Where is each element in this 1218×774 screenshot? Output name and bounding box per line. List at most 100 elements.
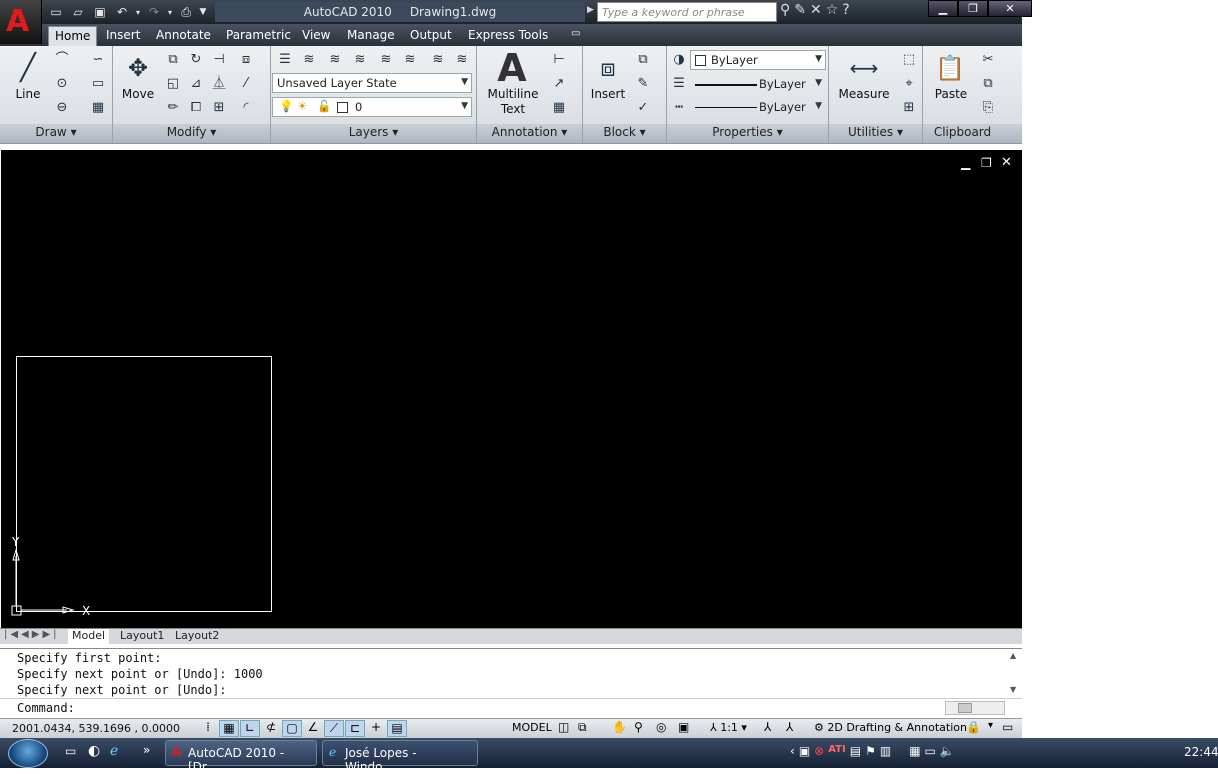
taskbar-autocad[interactable]: A AutoCAD 2010 - [Dr... (165, 740, 317, 774)
status-menu-icon[interactable]: ▾ (988, 720, 993, 731)
show-desktop-icon[interactable]: ▭ (65, 744, 76, 758)
circle-icon[interactable]: ⊙ (52, 74, 72, 94)
infer-icon[interactable]: ⁞ (198, 720, 218, 737)
layer-properties-icon[interactable]: ☰ (275, 50, 295, 70)
tray-device-icon[interactable]: ▤ (850, 744, 861, 758)
leader-icon[interactable]: ↗ (549, 74, 569, 94)
panel-layers[interactable]: Layers ▾ (271, 125, 476, 139)
ortho-icon[interactable]: ⊄ (261, 720, 281, 737)
line-icon[interactable]: ╱ (12, 52, 44, 84)
join-icon[interactable]: ⧠ (186, 98, 206, 118)
multiline-text-label-1[interactable]: Multiline (484, 87, 542, 101)
snap-icon[interactable]: ▦ (219, 720, 239, 737)
panel-clipboard[interactable]: Clipboard (923, 125, 1002, 139)
measure-icon[interactable]: ⟷ (846, 52, 882, 84)
quick-view-layouts-icon[interactable]: ◫ (558, 720, 569, 734)
insert-icon[interactable]: ⧈ (592, 52, 624, 84)
tab-parametric[interactable]: Parametric (220, 26, 297, 46)
help-icon[interactable]: ? (842, 2, 849, 18)
qp-icon[interactable]: ▤ (387, 720, 407, 737)
layer-freeze-icon[interactable]: ≋ (325, 50, 345, 70)
redo-dropdown-icon[interactable]: ▾ (166, 3, 174, 21)
edit-block-icon[interactable]: ✎ (633, 74, 653, 94)
quicklaunch-icon[interactable]: ◐ (88, 743, 100, 759)
copy-icon[interactable]: ⧉ (163, 50, 183, 70)
tab-model[interactable]: Model (68, 629, 110, 644)
color-select[interactable]: ByLayer ▼ (690, 50, 826, 70)
cut-icon[interactable]: ✂ (978, 50, 998, 70)
id-point-icon[interactable]: ⌖ (899, 74, 919, 94)
undo-dropdown-icon[interactable]: ▾ (134, 3, 142, 21)
minimize-icon[interactable]: ▁ (928, 0, 958, 17)
scroll-thumb[interactable] (958, 703, 972, 713)
qat-customize-icon[interactable]: ▼ (198, 3, 208, 21)
dyn-icon[interactable]: + (366, 720, 386, 737)
hatch-icon[interactable]: ▦ (88, 98, 108, 118)
edit-attributes-icon[interactable]: ✓ (633, 98, 653, 118)
quicklaunch-more-icon[interactable]: » (143, 743, 150, 757)
tab-layout2[interactable]: Layout2 (171, 629, 223, 644)
multiline-text-label-2[interactable]: Text (484, 102, 542, 116)
coordinates-readout[interactable]: 2001.0434, 539.1696 , 0.0000 (12, 722, 180, 735)
measure-button-label[interactable]: Measure (836, 87, 892, 101)
panel-block[interactable]: Block ▾ (583, 125, 666, 139)
auto-scale-icon[interactable]: ⅄ (786, 720, 793, 734)
trim-icon[interactable]: ⊣ (209, 50, 229, 70)
command-input[interactable]: Command: (0, 698, 1022, 718)
tab-home[interactable]: Home (48, 26, 98, 46)
layer-lock-icon[interactable]: ≋ (376, 50, 396, 70)
layer-off-icon[interactable]: ≋ (350, 50, 370, 70)
tray-ati-icon[interactable]: ATI (828, 744, 846, 758)
ducs-icon[interactable]: ⊏ (345, 720, 365, 737)
dimension-icon[interactable]: ⊢ (549, 50, 569, 70)
mirror-icon[interactable]: ⏅ (209, 74, 229, 94)
create-block-icon[interactable]: ⧉ (633, 50, 653, 70)
wrench-icon[interactable]: ✎ (794, 2, 806, 18)
restore-icon[interactable]: ❐ (958, 0, 988, 17)
annotation-scale[interactable]: ⅄ 1:1 ▾ (710, 721, 747, 734)
calculator-icon[interactable]: ⊞ (899, 98, 919, 118)
explode-icon[interactable]: ⁄ (236, 74, 256, 94)
panel-utilities[interactable]: Utilities ▾ (829, 125, 922, 139)
plot-icon[interactable]: ⎙ (176, 3, 196, 21)
toolbar-lock-icon[interactable]: 🔒 (966, 720, 981, 734)
steeringwheel-icon[interactable]: ◎ (656, 720, 666, 734)
lineweight-icon[interactable]: ☰ (669, 74, 689, 94)
rectangle-icon[interactable]: ▭ (88, 74, 108, 94)
clock[interactable]: 22:44 (1184, 745, 1218, 759)
open-icon[interactable]: ▱ (68, 3, 88, 21)
erase-icon[interactable]: ✏ (163, 98, 183, 118)
panel-draw[interactable]: Draw ▾ (0, 125, 112, 139)
paste-button-label[interactable]: Paste (930, 87, 972, 101)
otrack-icon[interactable]: ⟋ (324, 720, 344, 737)
close-icon[interactable]: ✕ (988, 0, 1032, 17)
copy-clip-icon[interactable]: ⧉ (978, 74, 998, 94)
scroll-up-icon[interactable]: ▲ (1010, 651, 1016, 660)
tray-volume-icon[interactable]: 🔈 (940, 744, 955, 758)
ribbon-minimize-icon[interactable]: ▭ (565, 26, 586, 46)
search-input[interactable]: Type a keyword or phrase (597, 2, 777, 22)
layer-select[interactable]: 💡 ☀ 🔓 0 ▼ (272, 97, 472, 117)
tab-view[interactable]: View (296, 26, 336, 46)
grid-icon[interactable]: ∟ (240, 720, 260, 737)
tab-express-tools[interactable]: Express Tools (462, 26, 554, 46)
start-button[interactable] (8, 739, 48, 768)
match-properties-icon[interactable]: ◑ (669, 50, 689, 70)
tray-display-icon[interactable]: ▥ (880, 744, 891, 758)
stretch-icon[interactable]: ⊿ (186, 74, 206, 94)
layer-unisolate-icon[interactable]: ≋ (400, 50, 420, 70)
horizontal-scrollbar[interactable] (945, 701, 1005, 715)
tab-output[interactable]: Output (404, 26, 458, 46)
tray-gift-icon[interactable]: ▦ (909, 744, 920, 758)
redo-icon[interactable]: ↷ (144, 3, 164, 21)
polar-icon[interactable]: ▢ (282, 720, 302, 737)
drawing-restore-icon[interactable]: ❐ (981, 156, 992, 170)
fillet-icon[interactable]: ◜ (236, 98, 256, 118)
linetype-icon[interactable]: ┅ (669, 98, 689, 118)
scroll-down-icon[interactable]: ▼ (1010, 685, 1016, 694)
save-icon[interactable]: ▣ (90, 3, 110, 21)
annotation-visibility-icon[interactable]: ⅄ (764, 720, 771, 734)
pan-icon[interactable]: ✋ (612, 720, 627, 734)
tray-security-icon[interactable]: ⊗ (814, 744, 824, 758)
layer-iso-icon[interactable]: ≋ (299, 50, 319, 70)
